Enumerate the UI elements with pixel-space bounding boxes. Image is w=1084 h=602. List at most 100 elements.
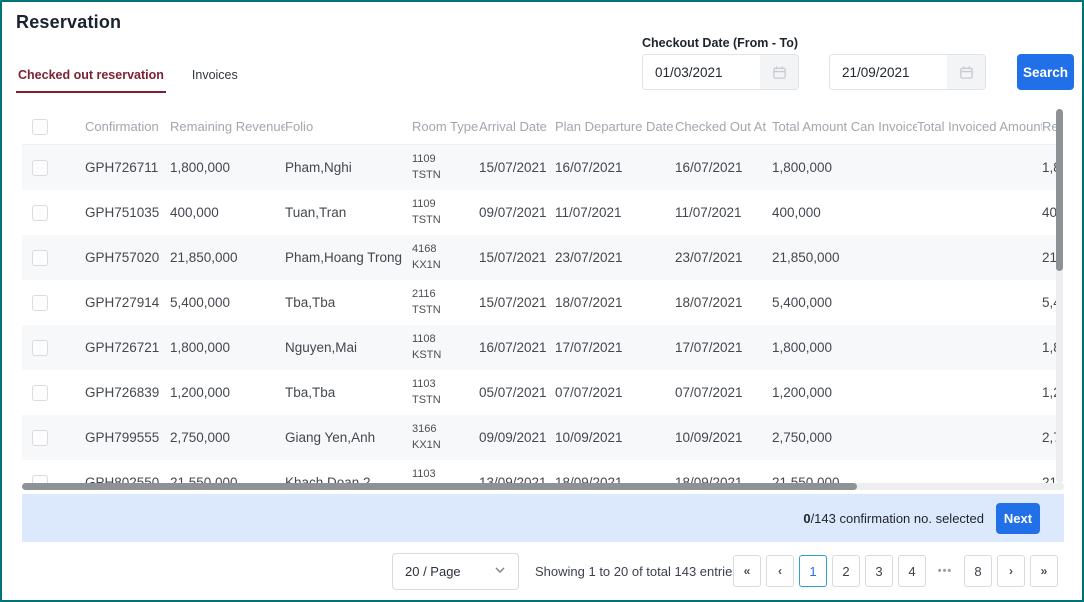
horizontal-scrollbar-thumb[interactable] (22, 483, 857, 490)
cell-remaining-revenue: 1,800,000 (170, 340, 285, 355)
room-type-lines: 1109TSTN (412, 197, 471, 229)
page-size-value: 20 / Page (405, 564, 461, 579)
selected-count: 0 (803, 511, 810, 526)
pagination-page-1[interactable]: 1 (799, 555, 827, 587)
cell-confirmation: GPH726721 (85, 340, 170, 355)
cell-remaining: 21,550,000 (1042, 475, 1056, 483)
pagination-page-3[interactable]: 3 (865, 555, 893, 587)
row-checkbox[interactable] (32, 160, 48, 176)
header-room-type: Room Type (412, 119, 479, 134)
header-arrival-date: Arrival Date (479, 119, 555, 134)
reservations-table: Confirmation Remaining Revenue Folio Roo… (22, 109, 1056, 483)
cell-remaining: 1,800,000 (1042, 160, 1056, 175)
calendar-icon[interactable] (760, 55, 798, 89)
cell-arrival-date: 16/07/2021 (479, 340, 555, 355)
vertical-scrollbar-thumb[interactable] (1056, 109, 1063, 271)
row-checkbox-cell (22, 340, 85, 356)
room-type-lines: 1103TSTN (412, 467, 471, 483)
select-all-checkbox-cell (22, 119, 85, 135)
cell-remaining: 21,850,000 (1042, 250, 1056, 265)
pagination-next-icon[interactable]: › (997, 555, 1025, 587)
cell-remaining-revenue: 1,800,000 (170, 160, 285, 175)
room-number: 1103 (412, 377, 471, 393)
cell-remaining: 2,750,000 (1042, 430, 1056, 445)
cell-plan-departure-date: 18/07/2021 (555, 295, 675, 310)
cell-plan-departure-date: 11/07/2021 (555, 205, 675, 220)
cell-room-type: 4168KX1N (412, 242, 479, 274)
pagination-last-icon[interactable]: » (1030, 555, 1058, 587)
room-number: 1103 (412, 467, 471, 483)
room-type-code: KX1N (412, 438, 471, 454)
checkout-date-to-input[interactable]: 21/09/2021 (829, 54, 986, 90)
select-all-checkbox[interactable] (32, 119, 48, 135)
pagination: «‹1234•••8›» (733, 555, 1058, 587)
cell-total-amount-can-invoice: 1,800,000 (772, 340, 917, 355)
header-remaining: Re (1042, 119, 1056, 134)
chevron-down-icon (494, 564, 506, 579)
row-checkbox[interactable] (32, 295, 48, 311)
table-row: GPH7279145,400,000Tba,Tba2116TSTN15/07/2… (22, 280, 1056, 325)
checkout-date-from-input[interactable]: 01/03/2021 (642, 54, 799, 90)
calendar-icon[interactable] (947, 55, 985, 89)
table-row: GPH751035400,000Tuan,Tran1109TSTN09/07/2… (22, 190, 1056, 235)
pagination-page-2[interactable]: 2 (832, 555, 860, 587)
room-type-lines: 3166KX1N (412, 422, 471, 454)
cell-remaining: 1,200,000 (1042, 385, 1056, 400)
vertical-scrollbar[interactable] (1056, 109, 1063, 483)
cell-arrival-date: 09/09/2021 (479, 430, 555, 445)
header-plan-departure-date: Plan Departure Date (555, 119, 675, 134)
cell-folio: Pham,Nghi (285, 160, 412, 175)
row-checkbox[interactable] (32, 340, 48, 356)
tab-invoices[interactable]: Invoices (190, 66, 240, 93)
page-size-select[interactable]: 20 / Page (392, 553, 519, 590)
cell-plan-departure-date: 17/07/2021 (555, 340, 675, 355)
table-header-row: Confirmation Remaining Revenue Folio Roo… (22, 109, 1056, 145)
header-folio: Folio (285, 119, 412, 134)
pagination-ellipsis: ••• (931, 555, 959, 587)
table-row: GPH7995552,750,000Giang Yen,Anh3166KX1N0… (22, 415, 1056, 460)
row-checkbox[interactable] (32, 385, 48, 401)
reservation-page: Reservation Checked out reservation Invo… (0, 0, 1084, 602)
next-button[interactable]: Next (996, 503, 1040, 534)
cell-total-amount-can-invoice: 2,750,000 (772, 430, 917, 445)
cell-room-type: 1109TSTN (412, 152, 479, 184)
pagination-page-4[interactable]: 4 (898, 555, 926, 587)
cell-confirmation: GPH751035 (85, 205, 170, 220)
cell-checked-out-at: 17/07/2021 (675, 340, 772, 355)
selection-summary: 0/143 confirmation no. selected (803, 511, 984, 526)
search-button[interactable]: Search (1017, 54, 1074, 90)
row-checkbox-cell (22, 385, 85, 401)
cell-folio: Tba,Tba (285, 295, 412, 310)
room-number: 2116 (412, 287, 471, 303)
pagination-first-icon[interactable]: « (733, 555, 761, 587)
cell-room-type: 2116TSTN (412, 287, 479, 319)
table-row: GPH7267111,800,000Pham,Nghi1109TSTN15/07… (22, 145, 1056, 190)
table-row: GPH80255021,550,000Khach Doan,21103TSTN1… (22, 460, 1056, 483)
room-type-lines: 1103TSTN (412, 377, 471, 409)
cell-folio: Giang Yen,Anh (285, 430, 412, 445)
cell-plan-departure-date: 10/09/2021 (555, 430, 675, 445)
checkout-date-from-value: 01/03/2021 (643, 65, 760, 80)
row-checkbox[interactable] (32, 205, 48, 221)
cell-remaining-revenue: 2,750,000 (170, 430, 285, 445)
table-row: GPH7267211,800,000Nguyen,Mai1108KSTN16/0… (22, 325, 1056, 370)
room-type-lines: 4168KX1N (412, 242, 471, 274)
cell-arrival-date: 13/09/2021 (479, 475, 555, 483)
cell-confirmation: GPH802550 (85, 475, 170, 483)
pagination-prev-icon[interactable]: ‹ (766, 555, 794, 587)
cell-plan-departure-date: 16/07/2021 (555, 160, 675, 175)
room-type-lines: 1109TSTN (412, 152, 471, 184)
row-checkbox[interactable] (32, 475, 48, 484)
room-type-code: TSTN (412, 168, 471, 184)
horizontal-scrollbar[interactable] (22, 483, 1064, 490)
row-checkbox-cell (22, 295, 85, 311)
tab-checked-out-reservation[interactable]: Checked out reservation (16, 66, 166, 93)
row-checkbox[interactable] (32, 250, 48, 266)
row-checkbox[interactable] (32, 430, 48, 446)
pagination-page-8[interactable]: 8 (964, 555, 992, 587)
cell-checked-out-at: 23/07/2021 (675, 250, 772, 265)
cell-folio: Nguyen,Mai (285, 340, 412, 355)
cell-remaining-revenue: 21,850,000 (170, 250, 285, 265)
cell-arrival-date: 05/07/2021 (479, 385, 555, 400)
cell-folio: Pham,Hoang Trong (285, 250, 412, 265)
